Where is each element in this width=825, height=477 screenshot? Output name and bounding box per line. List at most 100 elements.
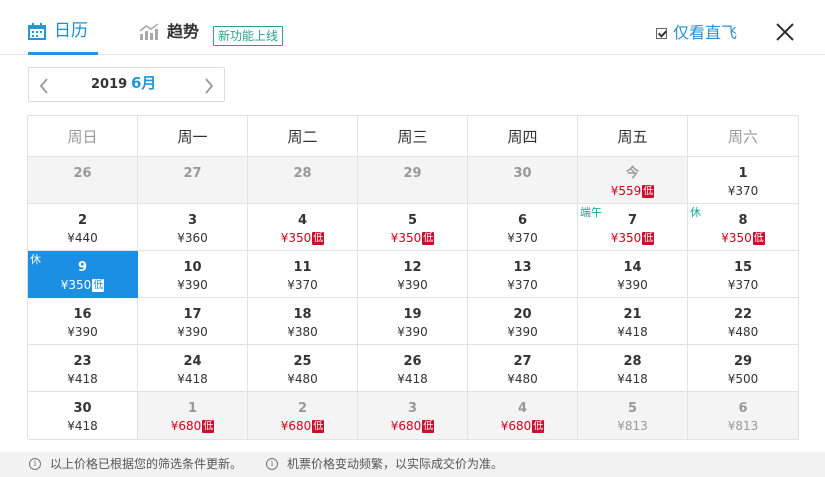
day-number: 17 bbox=[183, 307, 202, 322]
tab-calendar[interactable]: 日历 bbox=[28, 14, 98, 55]
day-price: ¥370 bbox=[248, 279, 357, 292]
day-number: 2 bbox=[297, 401, 308, 416]
price-change-text: 机票价格变动频繁，以实际成交价为准。 bbox=[287, 457, 504, 471]
price-amount: ¥370 bbox=[507, 278, 538, 292]
day-price: ¥380 bbox=[248, 326, 357, 339]
calendar-day[interactable]: 25 ¥480 bbox=[248, 345, 358, 392]
price-amount: ¥390 bbox=[507, 325, 538, 339]
price-amount: ¥813 bbox=[727, 419, 759, 433]
calendar-day[interactable]: 6 ¥370 bbox=[468, 204, 578, 251]
day-price: ¥813 bbox=[688, 420, 798, 433]
calendar-day[interactable]: 17 ¥390 bbox=[138, 298, 248, 345]
calendar-day[interactable]: 3 ¥360 bbox=[138, 204, 248, 251]
calendar-day-selected[interactable]: 休 9 ¥350 低 bbox=[28, 251, 138, 298]
price-change-note: i 机票价格变动频繁，以实际成交价为准。 bbox=[266, 458, 503, 470]
price-amount: ¥480 bbox=[507, 372, 538, 386]
calendar-day[interactable]: 16 ¥390 bbox=[28, 298, 138, 345]
calendar-day[interactable]: 2 ¥680 低 bbox=[248, 392, 358, 440]
day-number: 3 bbox=[187, 213, 198, 228]
weekday-header: 周日 bbox=[28, 116, 138, 157]
price-amount: ¥680 bbox=[280, 419, 312, 433]
day-number: 2 bbox=[77, 213, 88, 228]
calendar-day[interactable]: 端午 7 ¥350 低 bbox=[578, 204, 688, 251]
calendar-day[interactable]: 4 ¥350 低 bbox=[248, 204, 358, 251]
calendar-day[interactable]: 11 ¥370 bbox=[248, 251, 358, 298]
price-amount: ¥350 bbox=[721, 231, 752, 245]
calendar-day[interactable]: 30 bbox=[468, 157, 578, 204]
day-number: 16 bbox=[73, 307, 92, 322]
calendar-day[interactable]: 21 ¥418 bbox=[578, 298, 688, 345]
day-price: ¥418 bbox=[28, 373, 137, 386]
calendar-day[interactable]: 4 ¥680 低 bbox=[468, 392, 578, 440]
calendar-day[interactable]: 28 ¥418 bbox=[578, 345, 688, 392]
direct-only-checkbox[interactable] bbox=[656, 27, 667, 39]
year-label: 2019 bbox=[91, 77, 128, 92]
day-price: ¥350 低 bbox=[248, 232, 357, 245]
calendar-day[interactable]: 5 ¥813 bbox=[578, 392, 688, 440]
low-price-badge: 低 bbox=[92, 279, 105, 292]
calendar-day[interactable]: 2 ¥440 bbox=[28, 204, 138, 251]
price-amount: ¥370 bbox=[727, 278, 759, 292]
calendar-day[interactable]: 20 ¥390 bbox=[468, 298, 578, 345]
day-number: 11 bbox=[293, 260, 312, 275]
direct-only-label: 仅看直飞 bbox=[673, 23, 738, 42]
price-amount: ¥390 bbox=[397, 278, 428, 292]
day-number: 10 bbox=[183, 260, 202, 275]
price-amount: ¥418 bbox=[67, 372, 98, 386]
price-amount: ¥418 bbox=[177, 372, 208, 386]
calendar-day[interactable]: 1 ¥680 低 bbox=[138, 392, 248, 440]
calendar-day[interactable]: 15 ¥370 bbox=[688, 251, 799, 298]
low-price-badge: 低 bbox=[312, 232, 325, 245]
calendar-day[interactable]: 14 ¥390 bbox=[578, 251, 688, 298]
calendar-day[interactable]: 27 bbox=[138, 157, 248, 204]
calendar-day[interactable]: 休 8 ¥350 低 bbox=[688, 204, 799, 251]
price-amount: ¥418 bbox=[617, 325, 648, 339]
calendar-day[interactable]: 10 ¥390 bbox=[138, 251, 248, 298]
calendar-day[interactable]: 30 ¥418 bbox=[28, 392, 138, 440]
calendar-day[interactable]: 3 ¥680 低 bbox=[358, 392, 468, 440]
low-price-badge: 低 bbox=[532, 420, 545, 433]
day-price: ¥680 低 bbox=[248, 420, 357, 433]
weekday-header: 周三 bbox=[358, 116, 468, 157]
tab-trend[interactable]: 趋势 bbox=[139, 23, 199, 40]
calendar-day[interactable]: 26 ¥418 bbox=[358, 345, 468, 392]
price-amount: ¥390 bbox=[617, 278, 648, 292]
day-number: 7 bbox=[627, 213, 638, 228]
chevron-left-icon[interactable] bbox=[39, 78, 49, 94]
price-amount: ¥559 bbox=[610, 184, 642, 198]
direct-only-toggle[interactable]: 仅看直飞 bbox=[656, 25, 737, 41]
calendar-day[interactable]: 13 ¥370 bbox=[468, 251, 578, 298]
day-price: ¥390 bbox=[358, 279, 467, 292]
chevron-right-icon[interactable] bbox=[204, 78, 214, 94]
calendar-day[interactable]: 1 ¥370 bbox=[688, 157, 799, 204]
calendar-day[interactable]: 28 bbox=[248, 157, 358, 204]
calendar-day[interactable]: 29 ¥500 bbox=[688, 345, 799, 392]
day-number: 5 bbox=[627, 401, 638, 416]
calendar-day[interactable]: 24 ¥418 bbox=[138, 345, 248, 392]
calendar-day[interactable]: 18 ¥380 bbox=[248, 298, 358, 345]
day-price: ¥813 bbox=[578, 420, 687, 433]
calendar-day[interactable]: 22 ¥480 bbox=[688, 298, 799, 345]
calendar-day[interactable]: 23 ¥418 bbox=[28, 345, 138, 392]
calendar-day[interactable]: 6 ¥813 bbox=[688, 392, 799, 440]
day-number: 21 bbox=[623, 307, 642, 322]
calendar-icon bbox=[28, 23, 46, 40]
calendar-day[interactable]: 19 ¥390 bbox=[358, 298, 468, 345]
price-amount: ¥813 bbox=[617, 419, 648, 433]
calendar-day[interactable]: 26 bbox=[28, 157, 138, 204]
calendar-day[interactable]: 29 bbox=[358, 157, 468, 204]
calendar-day[interactable]: 12 ¥390 bbox=[358, 251, 468, 298]
close-icon[interactable] bbox=[775, 22, 795, 42]
day-number: 20 bbox=[513, 307, 532, 322]
day-price: ¥480 bbox=[248, 373, 357, 386]
day-price: ¥350 低 bbox=[688, 232, 798, 245]
day-price: ¥418 bbox=[578, 373, 687, 386]
day-price: ¥390 bbox=[138, 279, 247, 292]
calendar-day[interactable]: 27 ¥480 bbox=[468, 345, 578, 392]
calendar-day[interactable]: 5 ¥350 低 bbox=[358, 204, 468, 251]
new-feature-badge: 新功能上线 bbox=[213, 26, 284, 46]
day-price: ¥370 bbox=[688, 279, 798, 292]
calendar-day[interactable]: 今 ¥559 低 bbox=[578, 157, 688, 204]
day-price: ¥390 bbox=[358, 326, 467, 339]
day-price: ¥370 bbox=[688, 185, 798, 198]
